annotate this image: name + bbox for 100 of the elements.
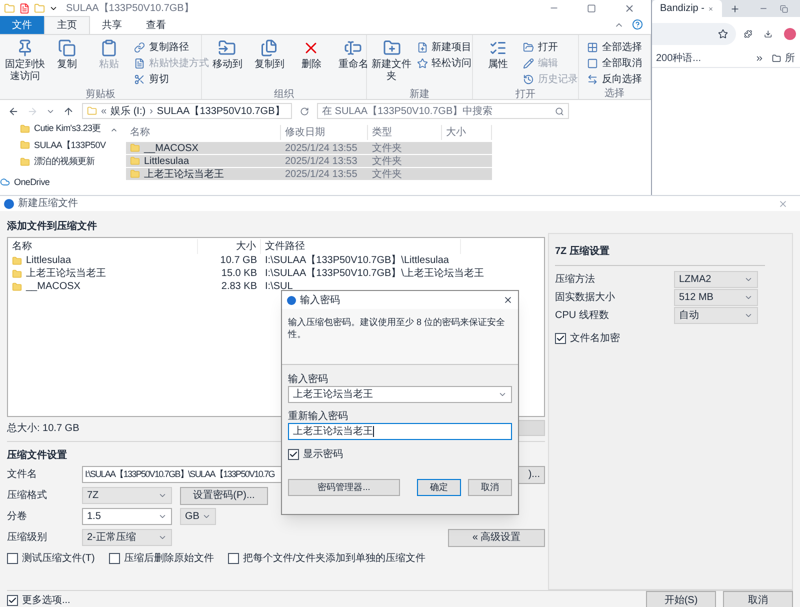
cloud-icon [0, 177, 10, 188]
scroll-up-icon[interactable] [110, 126, 118, 134]
column-header[interactable]: 名称 [126, 124, 281, 140]
advanced-settings-button[interactable]: « 高级设置 [448, 528, 545, 546]
address-segment[interactable]: SULAA【133P50V10.7GB】 [156, 104, 285, 118]
ribbon-tab[interactable]: 主页 [44, 16, 90, 34]
file-row[interactable]: __MACOSX 2025/1/24 13:55 文件夹 [126, 142, 492, 155]
ribbon-button[interactable]: 全部选择 [582, 39, 646, 55]
ribbon-tab[interactable]: 文件 [0, 16, 44, 34]
folder-icon [34, 2, 45, 14]
more-icon[interactable] [755, 54, 764, 63]
bookmark[interactable]: 200种语... [656, 51, 751, 66]
ribbon-tab[interactable]: 共享 [90, 16, 134, 34]
column-header[interactable]: 修改日期 [281, 124, 368, 140]
ribbon-button[interactable]: 删除 [290, 39, 332, 89]
nav-item[interactable]: 漂泊的视频更新 [12, 155, 122, 168]
ribbon-button[interactable]: 固定到快速访问 [4, 39, 46, 89]
ribbon-button[interactable]: 属性 [476, 39, 519, 89]
ribbon-button[interactable]: 复制到 [248, 39, 290, 89]
checkbox[interactable] [7, 594, 18, 606]
ribbon-button[interactable]: 新建文件夹 [370, 39, 413, 89]
address-bar[interactable]: « 娱乐 (I:) › SULAA【133P50V10.7GB】 [82, 103, 292, 119]
extension-icon[interactable] [744, 28, 752, 38]
checkbox[interactable] [108, 552, 120, 564]
checkbox-label: 压缩后删除原始文件 [124, 552, 214, 566]
password-field[interactable]: 上老王论坛当老王 [288, 386, 512, 403]
column-header[interactable]: 类型 [368, 124, 442, 140]
ribbon-button[interactable]: 全部取消 [582, 55, 646, 71]
group-label: 剪贴板 [84, 89, 117, 100]
back-icon[interactable] [8, 106, 19, 116]
field-label: 分卷 [7, 510, 28, 524]
folder-icon [12, 256, 22, 266]
ribbon-button[interactable]: 复制路径 [130, 39, 213, 55]
folder-icon [130, 156, 140, 166]
ribbon-button[interactable]: 打开 [518, 39, 582, 55]
unit-dropdown[interactable]: GB [180, 508, 216, 525]
document-icon [19, 2, 30, 14]
file-name: 上老王论坛当老王 [144, 168, 224, 182]
folder-icon [20, 156, 30, 167]
chevron-icon [158, 533, 167, 542]
ribbon-button[interactable]: 反向选择 [582, 71, 646, 87]
password-manager-button[interactable]: 密码管理器... [288, 479, 400, 496]
grid-icon [586, 42, 598, 52]
close-icon[interactable] [624, 2, 635, 14]
nav-item[interactable]: SULAA【133P50V [12, 138, 122, 152]
total-size: 总大小: 10.7 GB [7, 422, 80, 436]
window-title: SULAA【133P50V10.7GB】 [66, 2, 194, 16]
file-size: 10.7 GB [219, 254, 258, 268]
setting-dropdown[interactable]: LZMA2 [674, 270, 758, 288]
address-segment[interactable]: 娱乐 (I:) [110, 104, 146, 118]
column-header[interactable]: 大小 [198, 238, 261, 254]
folder-icon [12, 282, 22, 292]
help-icon[interactable] [632, 19, 643, 30]
group-label: 打开 [514, 89, 536, 100]
ribbon-button[interactable]: 轻松访问 [412, 55, 476, 71]
split-size-field[interactable]: 1.5 [82, 508, 172, 525]
browser-tab[interactable]: Bandizip - [652, 0, 722, 17]
column-header[interactable]: 大小 [442, 124, 492, 140]
dialog-button[interactable]: 取消 [468, 479, 512, 496]
setting-dropdown[interactable]: 512 MB [674, 288, 758, 306]
star-icon [718, 28, 728, 38]
start-button[interactable]: 开始(S) [646, 591, 716, 607]
search-icon [555, 106, 564, 116]
checkbox[interactable] [7, 552, 18, 564]
maximize-icon[interactable] [587, 4, 596, 12]
file-row[interactable]: 上老王论坛当老王 2025/1/24 13:55 文件夹 [126, 168, 492, 181]
ribbon-button[interactable]: 新建项目 [412, 39, 476, 55]
folder-arrow-icon [218, 39, 236, 57]
bookmark[interactable]: 所 [772, 51, 795, 66]
format-dropdown[interactable]: 7Z [82, 487, 172, 504]
close-icon[interactable] [503, 295, 513, 305]
download-icon[interactable] [764, 28, 772, 38]
set-password-button[interactable]: 设置密码(P)... [180, 486, 268, 504]
app-logo-icon [287, 296, 296, 304]
refresh-icon[interactable] [300, 106, 309, 116]
ribbon-button[interactable]: 复制 [46, 39, 88, 89]
dialog-button[interactable]: 确定 [417, 479, 461, 496]
level-dropdown[interactable]: 2-正常压缩 [82, 529, 172, 546]
column-header[interactable]: 名称 [8, 238, 198, 254]
checkbox[interactable] [288, 449, 299, 460]
checkbox[interactable] [555, 333, 566, 344]
nav-item[interactable]: OneDrive [0, 176, 122, 189]
swap-icon [586, 74, 598, 84]
confirm-password-field[interactable]: 上老王论坛当老王 [288, 423, 512, 440]
restore-icon[interactable] [780, 4, 788, 12]
avatar[interactable] [784, 28, 796, 40]
checkbox[interactable] [228, 552, 239, 564]
new-tab-icon[interactable] [730, 4, 740, 14]
cancel-button[interactable]: 取消 [723, 591, 793, 607]
column-header[interactable]: 文件路径 [261, 238, 461, 254]
window-title: 新建压缩文件 [18, 196, 78, 211]
square-icon [586, 58, 598, 68]
folder-icon [20, 124, 30, 134]
nav-item[interactable]: Cutie Kim's3.23更 [12, 122, 122, 136]
ribbon-button[interactable]: 剪切 [130, 71, 213, 87]
search-field[interactable]: 在 SULAA【133P50V10.7GB】中搜索 [317, 103, 569, 119]
ribbon-tab[interactable]: 查看 [134, 16, 178, 34]
up-icon[interactable] [63, 106, 74, 116]
setting-dropdown[interactable]: 自动 [674, 306, 758, 324]
file-row[interactable]: Littlesulaa 2025/1/24 13:53 文件夹 [126, 155, 492, 168]
